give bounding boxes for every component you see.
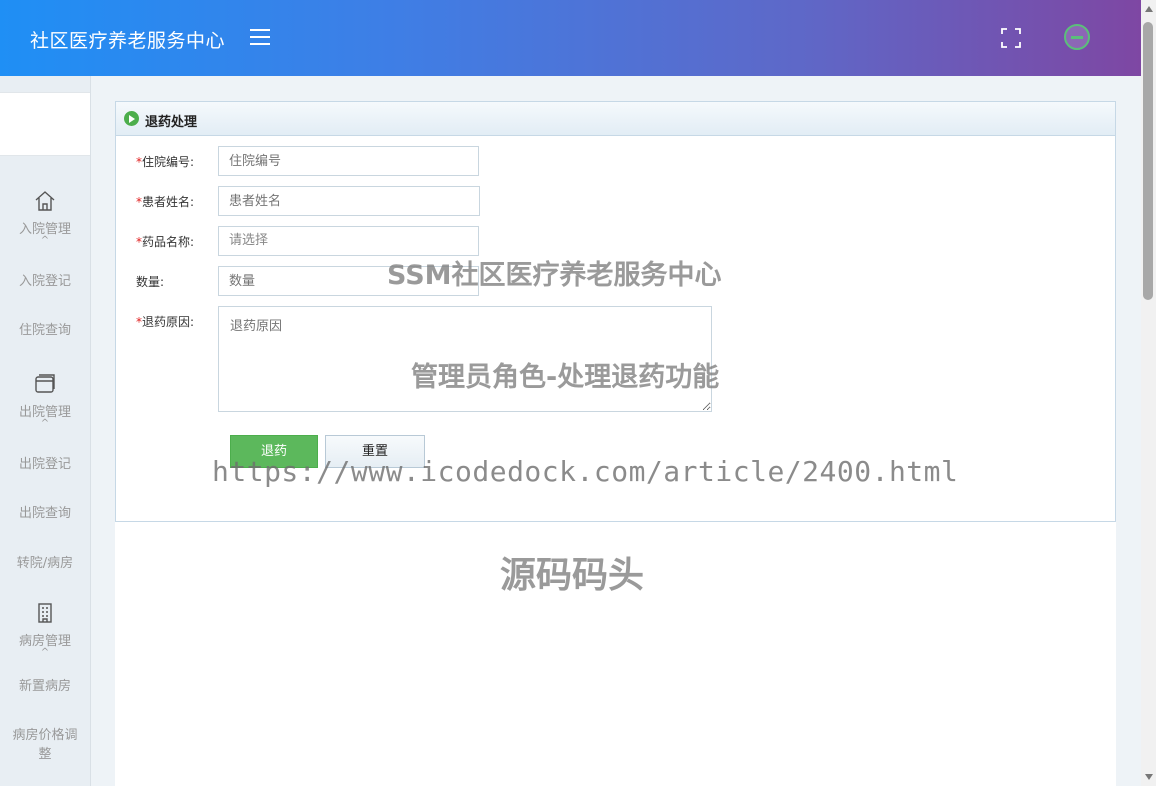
panel-title: 退药处理 <box>145 115 198 130</box>
scroll-up-arrow[interactable] <box>1145 6 1153 12</box>
sidebar-item-discharge-query[interactable]: 出院查询 <box>0 504 90 523</box>
field-label-patient-name: *患者姓名: <box>136 193 194 210</box>
panel-header: 退药处理 <box>115 101 1116 136</box>
sidebar-item-ward-price[interactable]: 病房价格调整 <box>0 726 90 764</box>
user-avatar[interactable] <box>1064 24 1090 50</box>
label-text: 药品名称: <box>142 235 195 249</box>
sidebar-group-discharge[interactable]: 出院管理 ^ <box>0 373 90 429</box>
chevron-up-icon: ^ <box>40 235 50 246</box>
home-icon <box>35 191 55 211</box>
page-scrollbar[interactable] <box>1141 0 1156 786</box>
building-icon <box>38 603 52 623</box>
label-text: 数量: <box>136 275 165 289</box>
scroll-thumb[interactable] <box>1143 22 1153 300</box>
sidebar-group-admission[interactable]: 入院管理 ^ <box>0 190 90 246</box>
drug-name-select[interactable]: 请选择 <box>218 226 479 256</box>
scroll-down-arrow[interactable] <box>1145 774 1153 780</box>
watermark-url: https://www.icodedock.com/article/2400.h… <box>212 455 959 488</box>
window-icon <box>35 374 55 393</box>
watermark-brand: 源码码头 <box>500 555 645 596</box>
sidebar-item-discharge-register[interactable]: 出院登记 <box>0 455 90 474</box>
top-header: 社区医疗养老服务中心 <box>0 0 1141 76</box>
patient-name-input[interactable] <box>218 186 480 216</box>
hamburger-menu-icon[interactable] <box>250 29 270 47</box>
chevron-up-icon: ^ <box>40 418 50 429</box>
label-text: 住院编号: <box>142 155 195 169</box>
sidebar: 入院管理 ^ 入院登记 住院查询 出院管理 ^ 出院登记 出院查询 转院/病房 … <box>0 76 91 786</box>
app-title: 社区医疗养老服务中心 <box>30 30 226 52</box>
sidebar-item-inpatient-query[interactable]: 住院查询 <box>0 321 90 340</box>
fullscreen-icon[interactable] <box>1001 28 1021 48</box>
label-text: 患者姓名: <box>142 195 195 209</box>
sidebar-group-ward[interactable]: 病房管理 ^ <box>0 602 90 658</box>
field-label-return-reason: *退药原因: <box>136 313 194 330</box>
sidebar-item-new-ward[interactable]: 新置病房 <box>0 677 90 696</box>
field-label-inpatient-no: *住院编号: <box>136 153 194 170</box>
sidebar-item-admission-register[interactable]: 入院登记 <box>0 272 90 291</box>
inpatient-no-input[interactable] <box>218 146 479 176</box>
sidebar-item-transfer[interactable]: 转院/病房 <box>0 554 90 573</box>
label-text: 退药原因: <box>142 315 195 329</box>
sidebar-header <box>0 92 90 156</box>
chevron-up-icon: ^ <box>40 647 50 658</box>
play-circle-icon <box>124 111 139 126</box>
field-label-quantity: 数量: <box>136 273 164 290</box>
watermark-title: SSM社区医疗养老服务中心 <box>387 260 722 291</box>
watermark-role: 管理员角色-处理退药功能 <box>411 362 720 393</box>
field-label-drug-name: *药品名称: <box>136 233 194 250</box>
